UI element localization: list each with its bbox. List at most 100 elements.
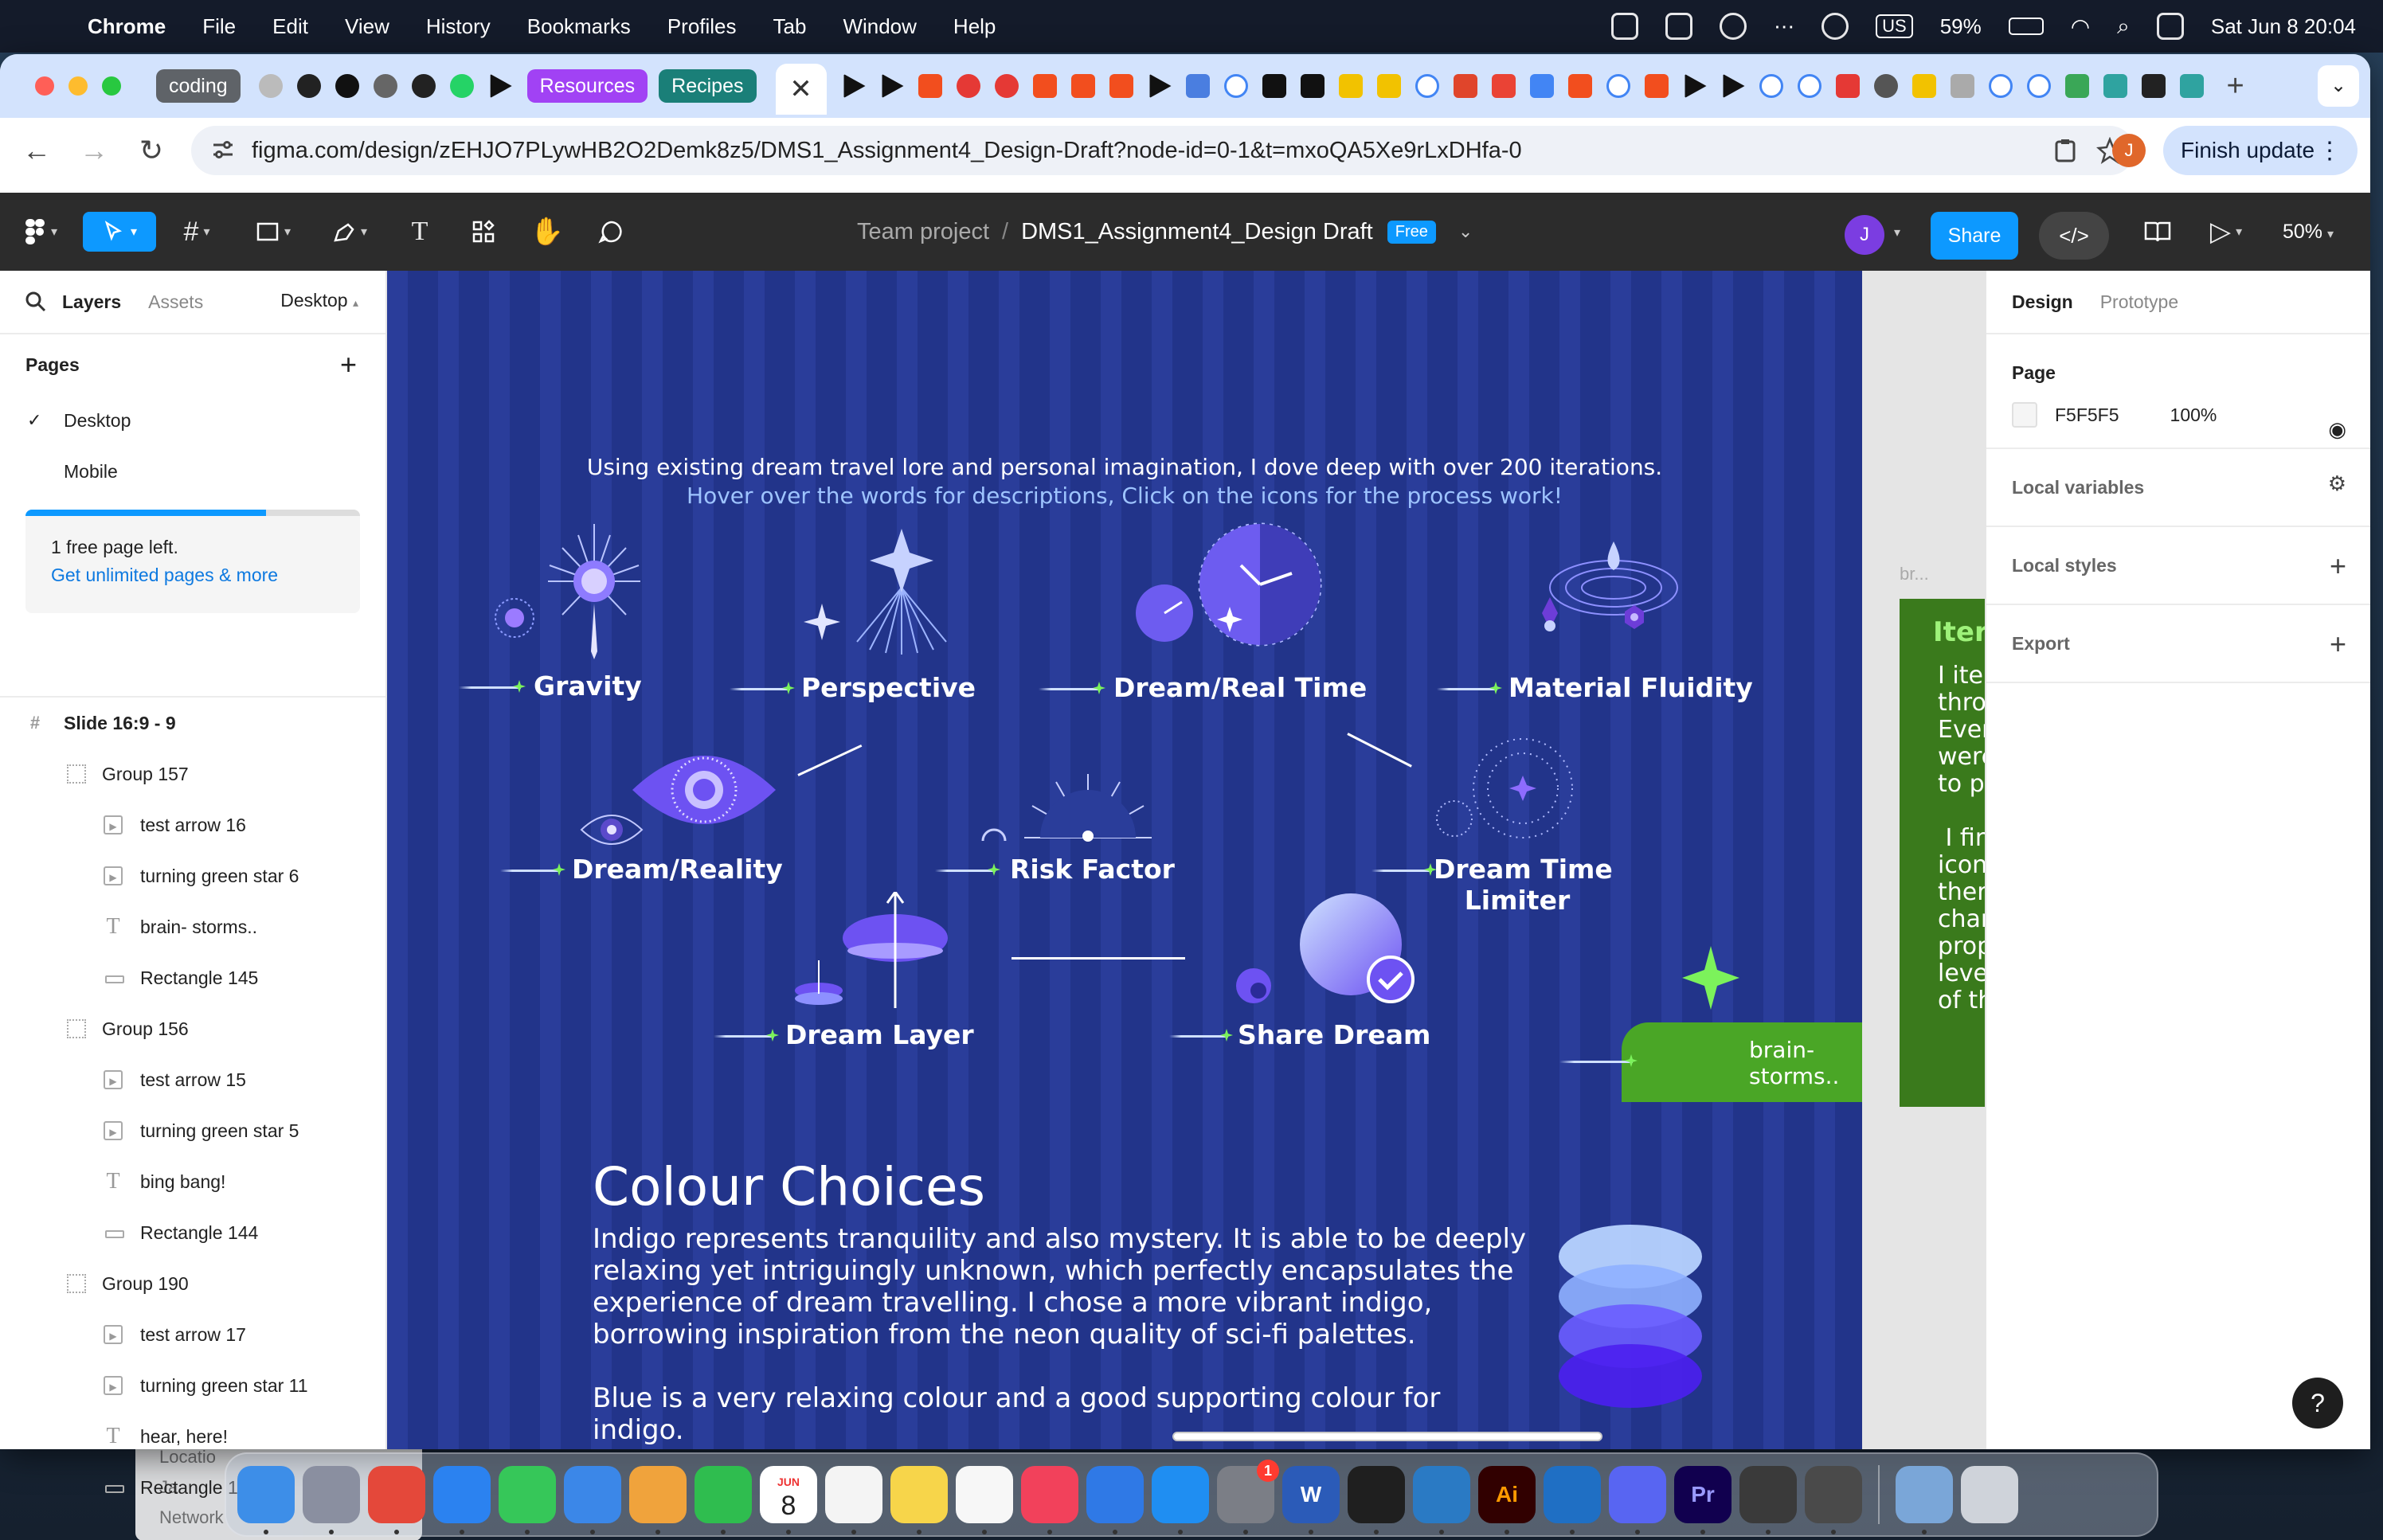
tab-favicon-bolt[interactable] bbox=[1911, 74, 1936, 98]
layer-row[interactable]: Tbing bang! bbox=[0, 1156, 385, 1207]
url-text[interactable]: figma.com/design/zEHJO7PLywHB2O2Demk8z5/… bbox=[252, 138, 1522, 164]
tab-favicon-google-7[interactable] bbox=[2026, 74, 2051, 98]
visibility-eye-icon[interactable]: ◉ bbox=[2328, 417, 2346, 442]
layer-row[interactable]: # Slide 16:9 - 9 bbox=[0, 698, 385, 749]
dock-app-finder-icon[interactable] bbox=[237, 1466, 295, 1534]
tab-favicon-figma-3[interactable] bbox=[1070, 74, 1095, 98]
share-dream-sphere-icon[interactable] bbox=[1231, 892, 1438, 1011]
tab-favicon-google-6[interactable] bbox=[1988, 74, 2013, 98]
tab-favicon-dark[interactable] bbox=[2141, 74, 2166, 98]
search-icon[interactable] bbox=[24, 290, 48, 314]
dock-app-spotify-icon[interactable] bbox=[1348, 1466, 1405, 1534]
tab-favicon-github[interactable] bbox=[335, 74, 359, 98]
tab-favicon-google[interactable] bbox=[1223, 74, 1248, 98]
pen-tool-icon[interactable]: ▾ bbox=[330, 212, 370, 252]
gravity-planet-icon[interactable] bbox=[491, 524, 650, 659]
frame-tool-icon[interactable]: # ▾ bbox=[177, 212, 217, 252]
add-export-icon[interactable]: + bbox=[2330, 627, 2346, 661]
chrome-profile-avatar[interactable]: J bbox=[2112, 134, 2146, 167]
tab-favicon-whatsapp[interactable] bbox=[449, 74, 474, 98]
tab-favicon-translate[interactable] bbox=[1185, 74, 1210, 98]
avatar-chevron-icon[interactable]: ▾ bbox=[1894, 225, 1900, 240]
tab-group-coding[interactable]: coding bbox=[156, 69, 241, 103]
tab-favicon-c[interactable] bbox=[1453, 74, 1477, 98]
layer-row[interactable]: ▶ test arrow 17 bbox=[0, 1309, 385, 1360]
layer-row[interactable]: Group 157 bbox=[0, 749, 385, 799]
chrome-menu-icon[interactable]: ⋮ bbox=[2318, 137, 2342, 165]
tab-favicon-chrome[interactable] bbox=[1873, 74, 1898, 98]
tab-favicon-play-5[interactable] bbox=[1685, 74, 1707, 98]
menu-edit[interactable]: Edit bbox=[272, 14, 308, 39]
tab-design[interactable]: Design bbox=[2012, 291, 2073, 313]
spotlight-search-icon[interactable]: ⌕ bbox=[2117, 14, 2130, 40]
label-risk-factor[interactable]: Risk Factor bbox=[1010, 854, 1175, 885]
tab-favicon-openai[interactable] bbox=[296, 74, 321, 98]
local-variables-section[interactable]: Local variables ⚙ bbox=[1986, 449, 2370, 527]
dock-app-calendar-icon[interactable]: JUN 8 bbox=[760, 1466, 817, 1534]
hand-tool-icon[interactable]: ✋ bbox=[527, 212, 567, 252]
active-tab-close-button[interactable]: ✕ bbox=[775, 64, 827, 115]
dock-app-mail-icon[interactable] bbox=[564, 1466, 621, 1534]
close-window-button[interactable] bbox=[35, 76, 54, 96]
zoom-window-button[interactable] bbox=[102, 76, 121, 96]
present-play-icon[interactable]: ▷ ▾ bbox=[2206, 212, 2246, 252]
dock-app-keynote-icon[interactable] bbox=[1086, 1466, 1144, 1534]
tab-favicon-google-4[interactable] bbox=[1759, 74, 1783, 98]
add-style-icon[interactable]: + bbox=[2330, 549, 2346, 583]
brainstorms-tag[interactable]: brain- storms.. bbox=[1622, 1022, 1862, 1102]
unity-status-icon[interactable] bbox=[1611, 13, 1639, 40]
menu-file[interactable]: File bbox=[202, 14, 236, 39]
get-unlimited-pages-link[interactable]: Get unlimited pages & more bbox=[51, 565, 360, 586]
comment-tool-icon[interactable] bbox=[591, 212, 631, 252]
creative-cloud-icon[interactable] bbox=[1720, 13, 1747, 40]
dock-app-app-store-icon[interactable] bbox=[1152, 1466, 1209, 1534]
layer-row[interactable]: Rectangle 145 bbox=[0, 952, 385, 1003]
tab-favicon-st[interactable] bbox=[1262, 74, 1286, 98]
dock-app-word-icon[interactable]: W bbox=[1282, 1466, 1340, 1534]
dock-app-unity-icon[interactable] bbox=[1739, 1466, 1797, 1534]
dock-app-premiere-pro-icon[interactable]: Pr bbox=[1674, 1466, 1731, 1534]
menu-window[interactable]: Window bbox=[843, 14, 916, 39]
tab-favicon-gmail[interactable] bbox=[1491, 74, 1516, 98]
tab-favicon-google-5[interactable] bbox=[1797, 74, 1821, 98]
layer-row[interactable]: Group 190 bbox=[0, 1258, 385, 1309]
dock-app-facetime-icon[interactable] bbox=[695, 1466, 752, 1534]
team-breadcrumb[interactable]: Team project bbox=[857, 219, 989, 245]
tab-favicon-teal[interactable] bbox=[2103, 74, 2127, 98]
resources-tool-icon[interactable] bbox=[464, 212, 503, 252]
tab-favicon-px[interactable] bbox=[2064, 74, 2089, 98]
dock-trash-icon[interactable] bbox=[1961, 1466, 2018, 1523]
dream-time-limiter-burst-icon[interactable] bbox=[1430, 736, 1574, 855]
dock-app-discord-icon[interactable] bbox=[1609, 1466, 1666, 1534]
slide-frame[interactable]: Using existing dream travel lore and per… bbox=[387, 271, 1862, 1449]
label-dream-reality[interactable]: Dream/Reality bbox=[572, 854, 783, 885]
tab-favicon-google-3[interactable] bbox=[1606, 74, 1630, 98]
label-dream-layer[interactable]: Dream Layer bbox=[785, 1019, 974, 1050]
file-name[interactable]: DMS1_Assignment4_Design Draft bbox=[1021, 219, 1373, 245]
tab-favicon-rss[interactable] bbox=[1835, 74, 1860, 98]
dock-app-vs-code-icon[interactable] bbox=[1413, 1466, 1470, 1534]
material-fluidity-drop-icon[interactable] bbox=[1518, 534, 1709, 661]
figma-canvas[interactable]: Using existing dream travel lore and per… bbox=[387, 271, 1985, 1449]
reload-icon[interactable]: ↻ bbox=[123, 134, 180, 167]
dock-app-preview-icon[interactable] bbox=[1896, 1466, 1953, 1534]
plan-badge[interactable]: Free bbox=[1387, 220, 1436, 244]
tab-favicon-google-2[interactable] bbox=[1415, 74, 1439, 98]
tab-group-recipes[interactable]: Recipes bbox=[659, 69, 757, 103]
canvas-horizontal-scrollbar[interactable] bbox=[1172, 1432, 1602, 1441]
dock-app-music-icon[interactable] bbox=[1021, 1466, 1078, 1534]
help-question-icon[interactable]: ? bbox=[2292, 1378, 2343, 1429]
share-button[interactable]: Share bbox=[1931, 212, 2018, 260]
collaborator-avatar[interactable]: J bbox=[1845, 215, 1884, 255]
tab-favicon-figma-6[interactable] bbox=[1644, 74, 1669, 98]
tab-favicon-figma[interactable] bbox=[918, 74, 942, 98]
tab-favicon-web[interactable] bbox=[373, 74, 397, 98]
site-settings-icon[interactable] bbox=[210, 137, 236, 162]
dev-mode-toggle-icon[interactable]: </> bbox=[2039, 212, 2109, 260]
dock-app-launchpad-icon[interactable] bbox=[303, 1466, 360, 1534]
dock-app-outlook-icon[interactable] bbox=[1544, 1466, 1601, 1534]
label-perspective[interactable]: Perspective bbox=[801, 672, 976, 703]
dock-app-safari-icon[interactable] bbox=[433, 1466, 491, 1534]
screenshot-status-icon[interactable] bbox=[1665, 13, 1693, 40]
dream-reality-eye-icon[interactable] bbox=[577, 734, 784, 854]
